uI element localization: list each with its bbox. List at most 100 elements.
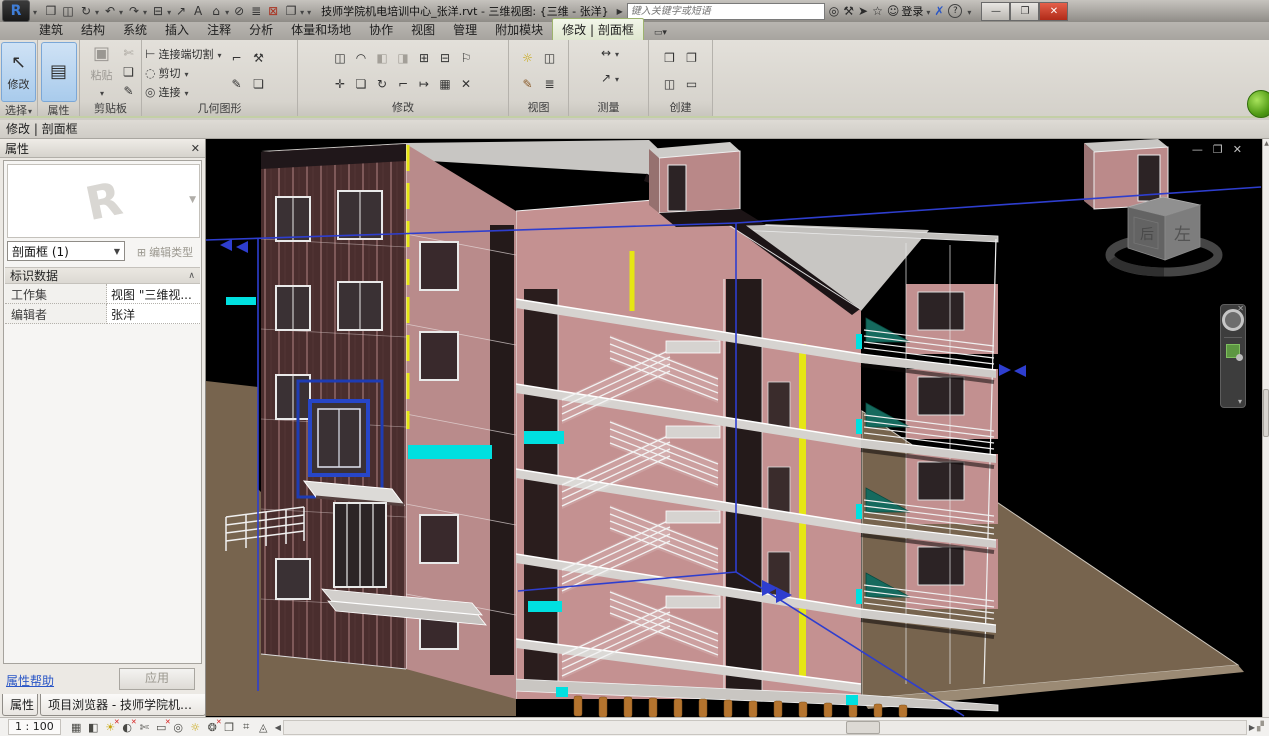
panel-label-geometry[interactable]: 几何图形 <box>142 102 297 116</box>
section-icon[interactable]: ⊘ <box>231 3 247 19</box>
app-menu-button[interactable]: R <box>2 0 30 22</box>
view-restore-icon[interactable]: ❐ <box>1213 144 1223 156</box>
wall-joins-icon[interactable]: ⌐ <box>228 50 244 66</box>
zoom-icon[interactable] <box>1226 344 1240 358</box>
minimize-button[interactable]: — <box>981 2 1010 21</box>
edit-type-button[interactable]: ⊞ 编辑类型 <box>130 241 200 263</box>
shadows-icon[interactable]: ◐✕ <box>120 721 135 734</box>
help-menu-arrow-icon[interactable] <box>966 4 971 18</box>
properties-button[interactable]: ▤ <box>41 42 77 102</box>
measure-between-references-button[interactable]: ↔ <box>597 45 620 61</box>
tab-manage[interactable]: 管理 <box>444 19 486 40</box>
sign-in-button[interactable]: ☺ 登录 <box>887 3 931 19</box>
analytical-model-icon[interactable]: ⌗ <box>239 720 254 734</box>
preview-dropdown-icon[interactable]: ▼ <box>189 195 196 205</box>
tab-annotate[interactable]: 注释 <box>198 19 240 40</box>
panel-label-create[interactable]: 创建 <box>649 101 712 116</box>
array-icon[interactable]: ▦ <box>437 76 453 92</box>
type-selector[interactable]: 剖面框 (1) ▼ <box>7 241 125 261</box>
tab-addins[interactable]: 附加模块 <box>486 19 552 40</box>
tab-structure[interactable]: 结构 <box>72 19 114 40</box>
exchange-apps-icon[interactable]: ✗ <box>934 4 944 18</box>
align-icon[interactable]: ◫ <box>332 50 348 66</box>
demolish-icon[interactable]: ❏ <box>250 76 266 92</box>
navbar-close-icon[interactable]: ✕ <box>1237 304 1244 313</box>
property-row-edited-by[interactable]: 编辑者 张洋 <box>5 304 200 324</box>
save-icon[interactable]: ◫ <box>60 3 76 19</box>
communication-center-icon[interactable]: ➤ <box>858 4 868 18</box>
tab-massing-site[interactable]: 体量和场地 <box>282 19 360 40</box>
search-input[interactable] <box>627 3 825 20</box>
vertical-scroll-thumb[interactable] <box>1263 389 1269 437</box>
close-button[interactable]: ✕ <box>1039 2 1068 21</box>
join-geometry-button[interactable]: ◎ 连接 <box>145 84 221 100</box>
worksharing-display-icon[interactable]: ❂✕ <box>205 721 220 734</box>
create-parts-icon[interactable]: ▭ <box>684 76 700 92</box>
app-menu-arrow-icon[interactable] <box>32 4 37 18</box>
infocenter-collapse-icon[interactable]: ▶ <box>617 7 623 16</box>
view-close-icon[interactable]: ✕ <box>1233 144 1242 156</box>
sync-button[interactable]: ↻ <box>77 3 100 19</box>
panel-label-properties[interactable]: 属性 <box>38 104 79 116</box>
apply-button[interactable]: 应用 <box>119 668 195 690</box>
properties-close-icon[interactable]: ✕ <box>191 142 200 155</box>
split-with-gap-icon[interactable]: ⊟ <box>437 50 453 66</box>
aligned-dimension-button[interactable]: ↗ <box>597 70 620 86</box>
reveal-hidden-elements-icon[interactable]: ☼ <box>520 50 536 66</box>
vertical-scrollbar[interactable]: ▲ <box>1262 139 1269 717</box>
show-crop-region-icon[interactable]: ▭✕ <box>154 721 169 734</box>
temporary-view-properties-icon[interactable]: ❐ <box>222 721 237 734</box>
tab-insert[interactable]: 插入 <box>156 19 198 40</box>
cut-icon[interactable]: ✄ <box>121 45 137 61</box>
switch-windows-button[interactable]: ❐ <box>282 3 305 19</box>
viewcube-face-left[interactable]: 左 <box>1174 225 1191 245</box>
qat-customize-icon[interactable] <box>306 4 311 18</box>
cut-geometry-button[interactable]: ◌ 剪切 <box>145 65 221 81</box>
undo-button[interactable]: ↶ <box>101 3 124 19</box>
identity-data-header[interactable]: 标识数据 ∧ <box>5 267 200 284</box>
tab-analyze[interactable]: 分析 <box>240 19 282 40</box>
crop-view-icon[interactable]: ✄ <box>137 721 152 734</box>
delete-icon[interactable]: ✕ <box>458 76 474 92</box>
subscription-icon[interactable]: ⚒ <box>843 4 854 18</box>
mirror-draw-axis-icon[interactable]: ◨ <box>395 50 411 66</box>
properties-help-link[interactable]: 属性帮助 <box>6 672 54 689</box>
property-value[interactable]: 张洋 <box>107 304 200 324</box>
copy-icon[interactable]: ❏ <box>353 76 369 92</box>
visual-style-icon[interactable]: ◧ <box>86 721 101 734</box>
cope-button[interactable]: ⊢ 连接端切割 <box>145 46 221 62</box>
property-row-workset[interactable]: 工作集 视图 "三维视... <box>5 284 200 304</box>
drawing-area[interactable]: — ❐ ✕ <box>206 139 1262 717</box>
move-icon[interactable]: ✛ <box>332 76 348 92</box>
copy-to-clipboard-icon[interactable]: ❏ <box>121 64 137 80</box>
trim-extend-single-icon[interactable]: ↦ <box>416 76 432 92</box>
modify-button[interactable]: ↖ 修改 <box>1 42 36 102</box>
panel-label-select[interactable]: 选择 <box>0 104 37 116</box>
graphic-display-options-icon[interactable]: ◫ <box>542 50 558 66</box>
create-group-icon[interactable]: ❒ <box>662 50 678 66</box>
sun-path-icon[interactable]: ☀✕ <box>103 721 118 734</box>
tab-systems[interactable]: 系统 <box>114 19 156 40</box>
properties-palette-header[interactable]: 属性 ✕ <box>0 139 205 158</box>
search-icon[interactable]: ◎ <box>829 4 839 18</box>
linework-icon[interactable]: ✎ <box>520 76 536 92</box>
panel-label-measure[interactable]: 测量 <box>569 101 648 116</box>
tab-collaborate[interactable]: 协作 <box>360 19 402 40</box>
displacement-icon[interactable]: ◬ <box>256 721 271 734</box>
pin-icon[interactable]: ⚐ <box>458 50 474 66</box>
beam-joins-icon[interactable]: ⚒ <box>250 50 266 66</box>
horizontal-scrollbar[interactable] <box>283 720 1247 735</box>
help-icon[interactable]: ? <box>948 4 962 18</box>
paint-icon[interactable]: ✎ <box>228 76 244 92</box>
default-3d-view-button[interactable]: ⌂ <box>207 3 230 19</box>
collapse-chevron-icon[interactable]: ∧ <box>188 271 195 281</box>
view-minimize-icon[interactable]: — <box>1192 144 1203 156</box>
text-icon[interactable]: A <box>190 3 206 19</box>
tab-view[interactable]: 视图 <box>402 19 444 40</box>
panel-label-modify[interactable]: 修改 <box>298 101 508 116</box>
scroll-up-icon[interactable]: ▲ <box>1263 140 1269 147</box>
hscroll-right-icon[interactable]: ▶ <box>1249 723 1255 732</box>
navigation-bar[interactable]: ✕ ▾ <box>1220 304 1246 408</box>
paste-button[interactable]: ▣ 粘贴 <box>85 42 119 100</box>
tab-architecture[interactable]: 建筑 <box>30 19 72 40</box>
